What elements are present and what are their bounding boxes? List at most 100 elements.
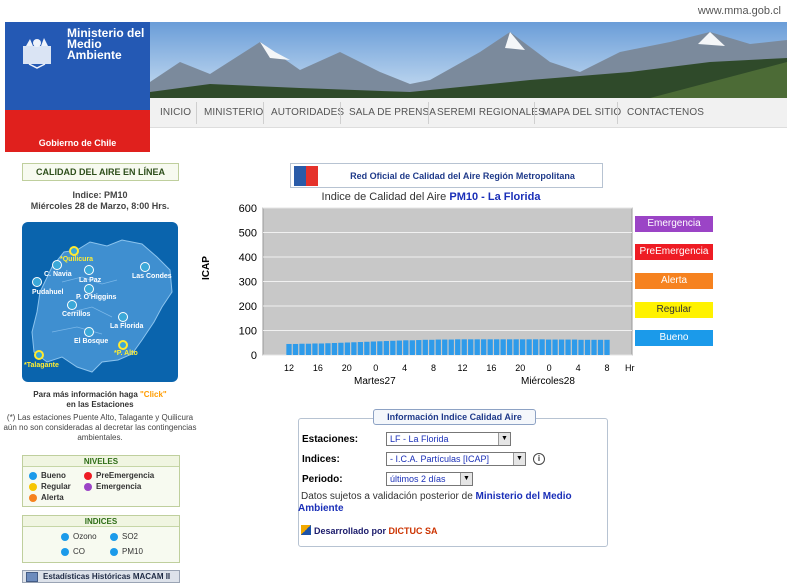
station-p-ohiggins[interactable] (84, 284, 94, 294)
index-so2[interactable]: SO2 (122, 532, 138, 541)
station-label: Las Condes (132, 273, 172, 280)
indices-select[interactable]: - I.C.A. Partículas [ICAP] ▼ (386, 452, 526, 466)
level-emergencia: Emergencia (96, 482, 142, 491)
y-tick-label: 500 (239, 228, 257, 240)
nav-inicio[interactable]: INICIO (160, 107, 191, 118)
y-tick-label: 100 (239, 326, 257, 338)
bar (390, 340, 396, 355)
bar (507, 339, 513, 355)
chevron-down-icon[interactable]: ▼ (498, 433, 510, 445)
nav-autoridades[interactable]: AUTORIDADES (271, 107, 344, 118)
station-las-condes[interactable] (140, 262, 150, 272)
nav-ministerio[interactable]: MINISTERIO (204, 107, 263, 118)
nav-seremi-regionales[interactable]: SEREMI REGIONALES (437, 107, 545, 118)
top-bar: www.mma.gob.cl (0, 0, 787, 22)
bar (292, 343, 299, 355)
station-cerrillos[interactable] (67, 300, 77, 310)
stations-note: (*) Las estaciones Puente Alto, Talagant… (3, 413, 197, 442)
bar (318, 343, 325, 355)
station-quilicura[interactable] (69, 246, 79, 256)
info-click-text: Para más información haga "Click" en las… (0, 390, 200, 410)
day-label: Miércoles28 (521, 376, 575, 387)
periodo-label: Periodo: (302, 474, 343, 485)
chile-flag-red-part (306, 166, 318, 186)
bar (565, 339, 571, 355)
ministry-logo[interactable]: Ministerio del Medio Ambiente Gobierno d… (5, 22, 150, 152)
ozono-radio-icon[interactable] (61, 533, 69, 541)
chevron-down-icon[interactable]: ▼ (513, 453, 525, 465)
network-title: Red Oficial de Calidad del Aire Región M… (350, 171, 575, 181)
co-radio-icon[interactable] (61, 548, 69, 556)
bar (312, 343, 318, 355)
bar (331, 342, 338, 355)
bar (500, 339, 506, 355)
bar (481, 339, 487, 355)
info-icon[interactable]: i (533, 453, 545, 465)
main-nav: INICIO MINISTERIO AUTORIDADES SALA DE PR… (150, 98, 787, 128)
developer-name[interactable]: DICTUC SA (389, 526, 438, 536)
periodo-select[interactable]: últimos 2 días ▼ (386, 472, 473, 486)
estaciones-select[interactable]: LF - La Florida ▼ (386, 432, 511, 446)
alerta-dot-icon (29, 494, 37, 502)
bar (377, 341, 383, 355)
x-tick-label: 4 (402, 363, 407, 373)
bar (455, 339, 461, 355)
historic-statistics-button[interactable]: Estadísticas Históricas MACAM II (22, 570, 180, 583)
station-p-alto[interactable] (118, 340, 128, 350)
mountain-banner (150, 22, 787, 98)
chevron-down-icon[interactable]: ▼ (460, 473, 472, 485)
index-pm10[interactable]: PM10 (122, 547, 143, 556)
bar (338, 342, 344, 355)
y-tick-label: 400 (239, 252, 257, 264)
nav-mapa-del-sitio[interactable]: MAPA DEL SITIO (542, 107, 621, 118)
legend-regular: Regular (635, 302, 713, 318)
station-label: P. O'Higgins (76, 294, 117, 301)
bar (370, 341, 377, 355)
indices-title: INDICES (23, 516, 179, 527)
bar (558, 339, 565, 355)
nav-separator (534, 102, 535, 124)
info-click-suffix: en las Estaciones (66, 400, 134, 409)
nav-sala-de-prensa[interactable]: SALA DE PRENSA (349, 107, 436, 118)
x-tick-label: 20 (342, 363, 352, 373)
site-url[interactable]: www.mma.gob.cl (698, 5, 781, 17)
nav-separator (428, 102, 429, 124)
station-talagante[interactable] (34, 350, 44, 360)
level-preemergencia: PreEmergencia (96, 471, 155, 480)
info-click-link[interactable]: "Click" (140, 390, 167, 399)
bar (584, 339, 591, 355)
x-tick-label: 16 (486, 363, 496, 373)
bar (305, 343, 312, 355)
chile-flag-icon (294, 166, 306, 186)
indices-label: Indices: (302, 454, 340, 465)
disclaimer: Datos sujetos a validación posterior de … (298, 491, 598, 515)
bar (571, 339, 578, 355)
station-pudahuel[interactable] (32, 277, 42, 287)
station-la-florida[interactable] (118, 312, 128, 322)
station-el-bosque[interactable] (84, 327, 94, 337)
legend-emergencia: Emergencia (635, 216, 713, 232)
bar (532, 339, 539, 355)
index-ozono[interactable]: Ozono (73, 532, 97, 541)
bar (494, 339, 500, 355)
bar (357, 342, 364, 355)
bueno-dot-icon (29, 472, 37, 480)
stations-map: *Quilicura C. Navia Las Condes La Paz Pu… (22, 222, 178, 382)
bar (442, 339, 448, 355)
station-la-paz[interactable] (84, 265, 94, 275)
bar (429, 339, 435, 355)
bar (422, 339, 428, 355)
x-unit-label: Hr (625, 363, 635, 373)
bar (383, 341, 389, 355)
bar (299, 343, 305, 355)
bar (448, 339, 454, 355)
bar (325, 343, 331, 355)
so2-radio-icon[interactable] (110, 533, 118, 541)
indices-panel: INDICES Ozono SO2 CO PM10 (22, 515, 180, 563)
pm10-radio-icon[interactable] (110, 548, 118, 556)
bar (474, 339, 480, 355)
nav-contactenos[interactable]: CONTACTENOS (627, 107, 704, 118)
station-c-navia[interactable] (52, 260, 62, 270)
x-tick-label: 8 (604, 363, 609, 373)
index-co[interactable]: CO (73, 547, 85, 556)
